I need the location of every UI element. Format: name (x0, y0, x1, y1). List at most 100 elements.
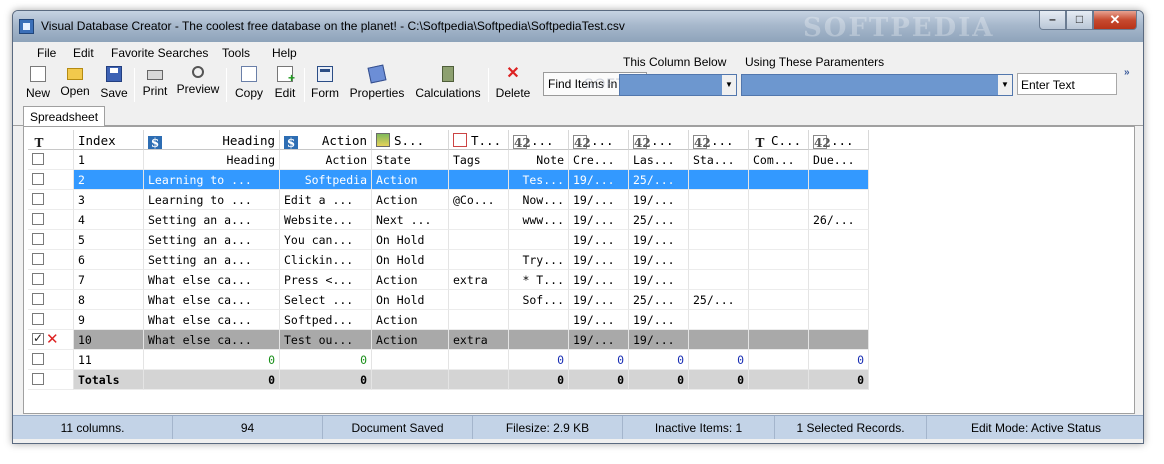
table-cell[interactable] (749, 270, 809, 290)
table-cell[interactable] (689, 330, 749, 350)
table-cell[interactable]: Edit a ... (280, 190, 372, 210)
table-cell[interactable]: Action (372, 270, 449, 290)
table-cell[interactable] (749, 350, 809, 370)
table-row[interactable]: 2 Learning to ... Softpedia Action Tes... 19/… (28, 170, 870, 190)
table-cell[interactable] (809, 330, 869, 350)
table-cell[interactable]: Select ... (280, 290, 372, 310)
table-row[interactable]: 5 Setting an a... You can... On Hold 19/... 1… (28, 230, 870, 250)
table-cell[interactable]: Setting an a... (144, 230, 280, 250)
row-checkbox[interactable] (32, 193, 44, 205)
grid-header-row[interactable]: T Index $ Heading $ Action S... T... 42... 42... 4… (28, 130, 870, 150)
row-checkbox[interactable] (32, 153, 44, 165)
row-checkbox[interactable] (32, 373, 44, 385)
properties-button[interactable]: Properties (347, 64, 407, 104)
table-cell[interactable] (809, 310, 869, 330)
row-checkbox[interactable] (32, 173, 44, 185)
table-cell[interactable] (749, 310, 809, 330)
table-cell[interactable]: 0 (144, 370, 280, 390)
table-cell[interactable]: extra (449, 330, 509, 350)
column-header[interactable]: 42... (509, 130, 569, 150)
table-cell[interactable] (749, 210, 809, 230)
table-cell[interactable]: 1 (74, 150, 144, 170)
table-cell[interactable]: 26/... (809, 210, 869, 230)
table-row[interactable]: 7 What else ca... Press <... Action extra * T… (28, 270, 870, 290)
table-cell[interactable]: 19/... (629, 310, 689, 330)
table-row[interactable]: 8 What else ca... Select ... On Hold Sof... 1… (28, 290, 870, 310)
table-cell[interactable] (449, 230, 509, 250)
table-cell[interactable]: Learning to ... (144, 170, 280, 190)
print-button[interactable]: Print (139, 66, 171, 104)
table-cell[interactable]: Clickin... (280, 250, 372, 270)
spreadsheet-grid[interactable]: T Index $ Heading $ Action S... T... 42... 42... 4… (23, 126, 1135, 414)
table-row[interactable]: 3 Learning to ... Edit a ... Action @Co... No… (28, 190, 870, 210)
row-checkbox[interactable] (32, 353, 44, 365)
table-cell[interactable] (689, 210, 749, 230)
table-cell[interactable]: You can... (280, 230, 372, 250)
new-button[interactable]: New (23, 66, 53, 104)
column-header[interactable]: $ Action (280, 130, 372, 150)
table-cell[interactable]: Tags (449, 150, 509, 170)
table-cell[interactable]: Com... (749, 150, 809, 170)
table-cell[interactable]: 19/... (629, 270, 689, 290)
column-header[interactable]: S... (372, 130, 449, 150)
table-cell[interactable]: @Co... (449, 190, 509, 210)
table-cell[interactable] (749, 330, 809, 350)
column-header[interactable]: T... (449, 130, 509, 150)
copy-button[interactable]: Copy (231, 66, 267, 104)
table-cell[interactable] (509, 330, 569, 350)
search-text-input[interactable]: Enter Text (1017, 73, 1117, 95)
table-row[interactable]: 11 0 0 0 0 0 0 0 (28, 350, 870, 370)
table-row[interactable]: 6 Setting an a... Clickin... On Hold Try... 1… (28, 250, 870, 270)
table-row[interactable]: 9 What else ca... Softped... Action 19/... 19… (28, 310, 870, 330)
table-cell[interactable]: 0 (569, 350, 629, 370)
table-cell[interactable]: 19/... (569, 330, 629, 350)
table-cell[interactable] (749, 370, 809, 390)
table-cell[interactable]: Website... (280, 210, 372, 230)
table-cell[interactable] (449, 210, 509, 230)
table-cell[interactable]: 25/... (629, 290, 689, 310)
table-cell[interactable]: 8 (74, 290, 144, 310)
column-header[interactable]: $ Heading (144, 130, 280, 150)
table-cell[interactable]: Test ou... (280, 330, 372, 350)
menu-favorite-searches[interactable]: Favorite Searches (111, 46, 208, 60)
table-cell[interactable]: 2 (74, 170, 144, 190)
table-cell[interactable] (809, 250, 869, 270)
table-cell[interactable]: On Hold (372, 230, 449, 250)
table-cell[interactable] (809, 190, 869, 210)
row-checkbox[interactable] (32, 253, 44, 265)
table-cell[interactable]: 4 (74, 210, 144, 230)
table-cell[interactable]: On Hold (372, 290, 449, 310)
table-cell[interactable]: Now... (509, 190, 569, 210)
table-cell[interactable]: Due... (809, 150, 869, 170)
table-cell[interactable] (689, 250, 749, 270)
table-cell[interactable] (509, 310, 569, 330)
table-cell[interactable]: Note (509, 150, 569, 170)
totals-label[interactable]: Totals (74, 370, 144, 390)
table-cell[interactable]: extra (449, 270, 509, 290)
edit-button[interactable]: Edit (270, 66, 300, 104)
table-cell[interactable]: Action (372, 190, 449, 210)
row-checkbox[interactable] (32, 213, 44, 225)
table-cell[interactable] (689, 230, 749, 250)
save-button[interactable]: Save (97, 66, 131, 104)
table-cell[interactable]: www... (509, 210, 569, 230)
delete-button[interactable]: ✕ Delete (494, 66, 532, 104)
table-cell[interactable]: * T... (509, 270, 569, 290)
table-cell[interactable]: 0 (569, 370, 629, 390)
table-cell[interactable] (449, 250, 509, 270)
table-cell[interactable]: 19/... (569, 210, 629, 230)
row-checkbox[interactable] (32, 313, 44, 325)
maximize-button[interactable]: □ (1066, 11, 1093, 30)
table-cell[interactable]: Las... (629, 150, 689, 170)
table-cell[interactable] (749, 170, 809, 190)
column-header[interactable]: Index (74, 130, 144, 150)
table-cell[interactable] (449, 290, 509, 310)
table-cell[interactable]: 19/... (569, 310, 629, 330)
table-cell[interactable]: 0 (629, 370, 689, 390)
table-cell[interactable]: 0 (689, 370, 749, 390)
table-cell[interactable]: 6 (74, 250, 144, 270)
menu-file[interactable]: File (37, 46, 56, 60)
table-cell[interactable]: Action (372, 170, 449, 190)
table-cell[interactable] (449, 310, 509, 330)
table-cell[interactable]: Press <... (280, 270, 372, 290)
